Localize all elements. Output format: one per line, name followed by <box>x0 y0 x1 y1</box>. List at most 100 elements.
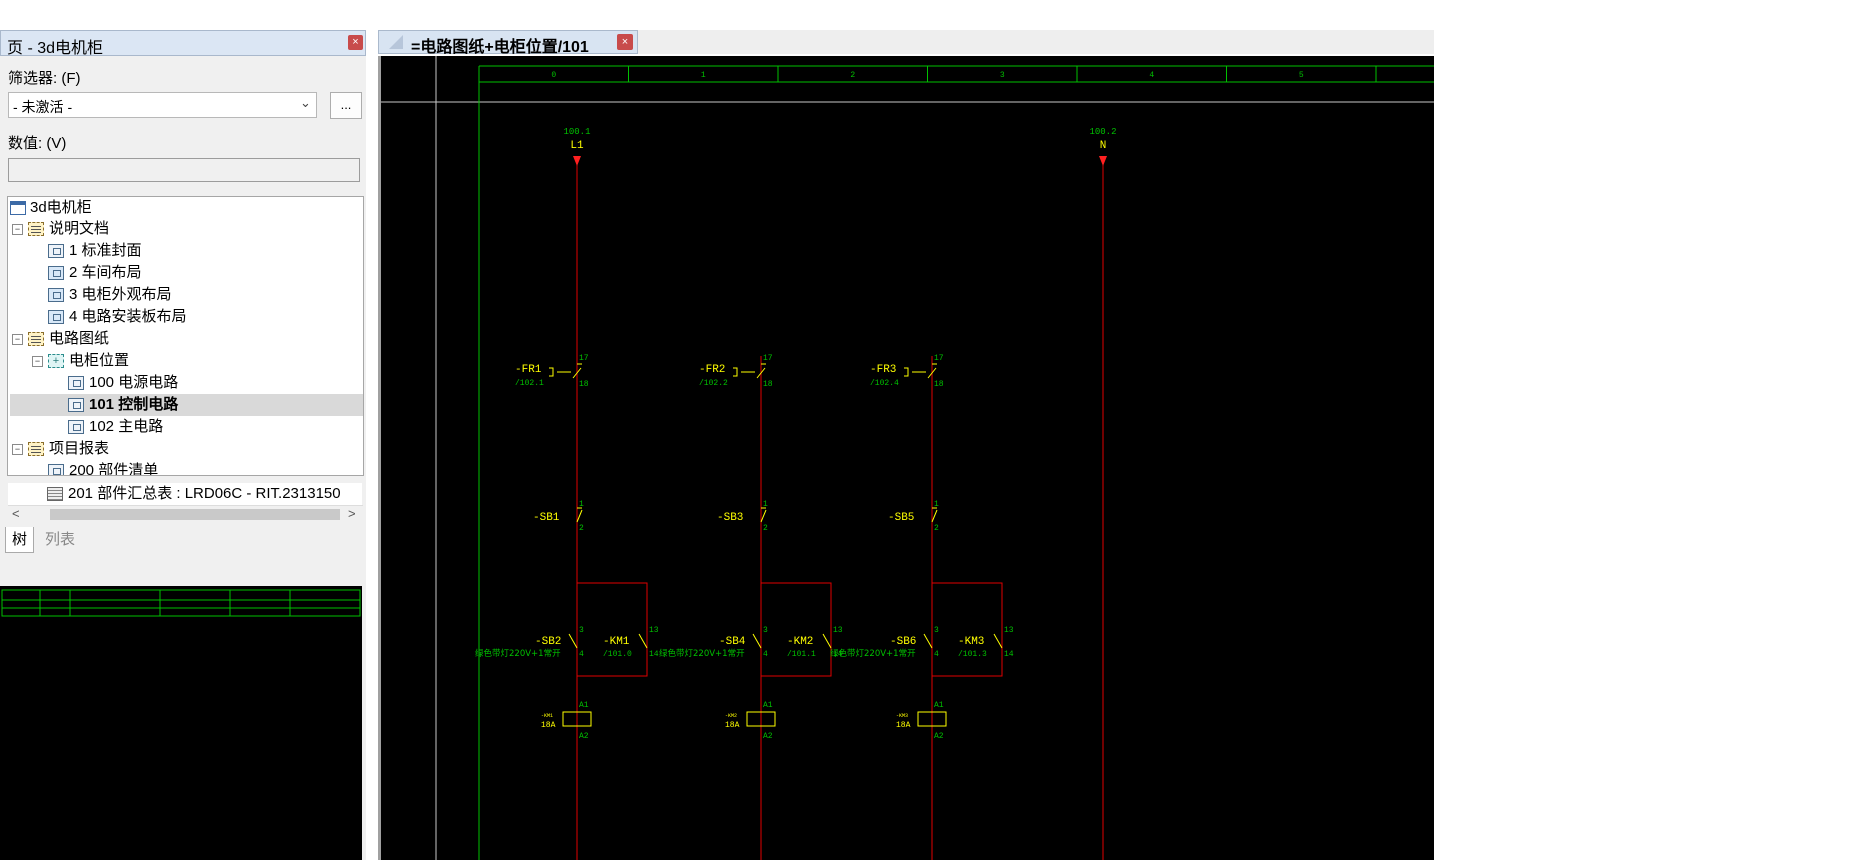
potential-ref: 100.1 <box>563 127 590 137</box>
collapse-toggle[interactable]: − <box>12 444 23 455</box>
tree-item-project[interactable]: 3d电机柜 <box>10 197 350 219</box>
tree-item-label: 3d电机柜 <box>30 199 92 216</box>
collapse-toggle[interactable]: − <box>12 334 23 345</box>
tree-item-page[interactable]: 4 电路安装板布局 <box>10 306 350 328</box>
tree-item-page[interactable]: 200 部件清单 <box>10 460 350 476</box>
stop-button-name: -SB1 <box>533 512 560 524</box>
tree-item-documentation[interactable]: − 说明文档 <box>10 218 350 240</box>
potential-ref: 100.2 <box>1089 127 1116 137</box>
filter-selected-value: - 未激活 - <box>13 99 73 115</box>
start-contact-symbol <box>752 633 762 649</box>
hold-contact-name: -KM1 <box>603 636 630 648</box>
hold-wire <box>761 582 832 677</box>
scroll-left-icon[interactable]: < <box>12 506 20 521</box>
tree-item-label: 2 车间布局 <box>69 264 142 281</box>
wires <box>576 156 1104 860</box>
page-icon <box>48 464 64 475</box>
tab-list[interactable]: 列表 <box>39 527 81 552</box>
page-icon <box>68 398 84 412</box>
document-tab-close-button[interactable]: × <box>617 34 633 50</box>
terminal: A1 <box>579 701 589 710</box>
chevron-down-icon: ⌄ <box>300 95 311 110</box>
tree-item-label: 201 部件汇总表 : LRD06C - RIT.2313150 <box>68 485 341 502</box>
scroll-right-icon[interactable]: > <box>348 506 356 521</box>
tree-item-label: 1 标准封面 <box>69 242 142 259</box>
terminal: A1 <box>934 701 944 710</box>
horizontal-scrollbar[interactable]: < > <box>8 505 363 524</box>
start-button-desc: 绿色带灯220V+1常开 <box>659 648 745 659</box>
layout-page-icon <box>48 266 64 280</box>
potential-name: N <box>1100 140 1107 152</box>
terminal: 17 <box>763 354 773 363</box>
column-number: 2 <box>850 71 855 80</box>
hold-contact-name: -KM3 <box>958 636 984 648</box>
terminal: 3 <box>934 626 939 635</box>
terminal: 1 <box>579 500 584 509</box>
terminal: 1 <box>763 500 768 509</box>
page-icon <box>68 376 84 390</box>
panel-title: 页 - 3d电机柜 <box>7 40 104 57</box>
collapse-toggle[interactable]: − <box>12 224 23 235</box>
tree-item-schematics[interactable]: − 电路图纸 <box>10 328 350 350</box>
terminal: 13 <box>1004 626 1014 635</box>
folder-icon <box>28 442 44 456</box>
terminal: 18 <box>579 380 589 389</box>
column-number: 4 <box>1149 71 1154 80</box>
hold-contact-ref: /101.3 <box>958 650 987 659</box>
hold-contact-ref: /101.1 <box>787 650 816 659</box>
coil-rating: 18A <box>541 721 556 730</box>
scrollbar-thumb[interactable] <box>50 509 340 520</box>
tree-item-label: 102 主电路 <box>89 418 164 435</box>
terminal: 18 <box>934 380 944 389</box>
overload-ref: /102.2 <box>699 379 728 388</box>
tree-item-location[interactable]: − + 电柜位置 <box>10 350 350 372</box>
tree-item-page[interactable]: 201 部件汇总表 : LRD06C - RIT.2313150 <box>8 483 362 505</box>
filter-label: 筛选器: (F) <box>8 70 81 87</box>
tab-tree[interactable]: 树 <box>5 527 35 553</box>
potential-name: L1 <box>570 140 584 152</box>
tab-triangle-icon <box>389 35 403 49</box>
terminal: A2 <box>579 732 589 741</box>
filter-more-button[interactable]: ... <box>330 92 362 119</box>
hold-contact-name: -KM2 <box>787 636 813 648</box>
terminal: 2 <box>934 524 939 533</box>
tree-item-page[interactable]: 102 主电路 <box>10 416 350 438</box>
overload-ref: /102.4 <box>870 379 899 388</box>
tree-item-label: 电路图纸 <box>49 330 110 347</box>
terminal: 4 <box>579 650 584 659</box>
value-input[interactable] <box>8 158 360 182</box>
coil-rating: 18A <box>725 721 740 730</box>
panel-close-button[interactable]: × <box>348 35 363 50</box>
overload-name: -FR1 <box>515 364 542 376</box>
filter-select[interactable]: - 未激活 - ⌄ <box>8 92 317 118</box>
page-tree[interactable]: 3d电机柜 − 说明文档 1 标准封面 2 车间布局 3 电柜外观布局 4 电路… <box>7 196 364 476</box>
terminal: 4 <box>934 650 939 659</box>
start-contact-symbol <box>923 633 933 649</box>
tree-item-reports[interactable]: − 项目报表 <box>10 438 350 460</box>
tree-item-page-selected[interactable]: 101 控制电路 <box>10 394 363 416</box>
terminal: 3 <box>763 626 768 635</box>
terminal: A2 <box>763 732 773 741</box>
terminal: 2 <box>763 524 768 533</box>
tree-item-page[interactable]: 3 电柜外观布局 <box>10 284 350 306</box>
column-number: 1 <box>701 71 706 80</box>
coil-rating: 18A <box>896 721 911 730</box>
page-icon <box>48 244 64 258</box>
stop-contact-symbol <box>931 507 938 523</box>
document-tab[interactable]: =电路图纸+电柜位置/101 × <box>378 30 638 56</box>
tree-item-page[interactable]: 1 标准封面 <box>10 240 350 262</box>
column-number: 0 <box>551 71 556 80</box>
schematic-canvas[interactable]: 0 1 2 3 4 5 100.1 L1 100.2 N -FR1/102.1 17 18 -FR2/1… <box>378 56 1434 860</box>
hold-wire <box>932 582 1003 677</box>
terminal: A2 <box>934 732 944 741</box>
tree-item-page[interactable]: 100 电源电路 <box>10 372 350 394</box>
stop-contact-symbol <box>576 507 583 523</box>
start-contact-symbol <box>568 633 578 649</box>
tree-item-label: 200 部件清单 <box>69 462 159 476</box>
terminal: 14 <box>649 650 659 659</box>
column-number: 3 <box>1000 71 1005 80</box>
start-button-desc: 绿色带灯220V+1常开 <box>475 648 561 659</box>
tree-item-page[interactable]: 2 车间布局 <box>10 262 350 284</box>
collapse-toggle[interactable]: − <box>32 356 43 367</box>
hold-contact-ref: /101.0 <box>603 650 632 659</box>
